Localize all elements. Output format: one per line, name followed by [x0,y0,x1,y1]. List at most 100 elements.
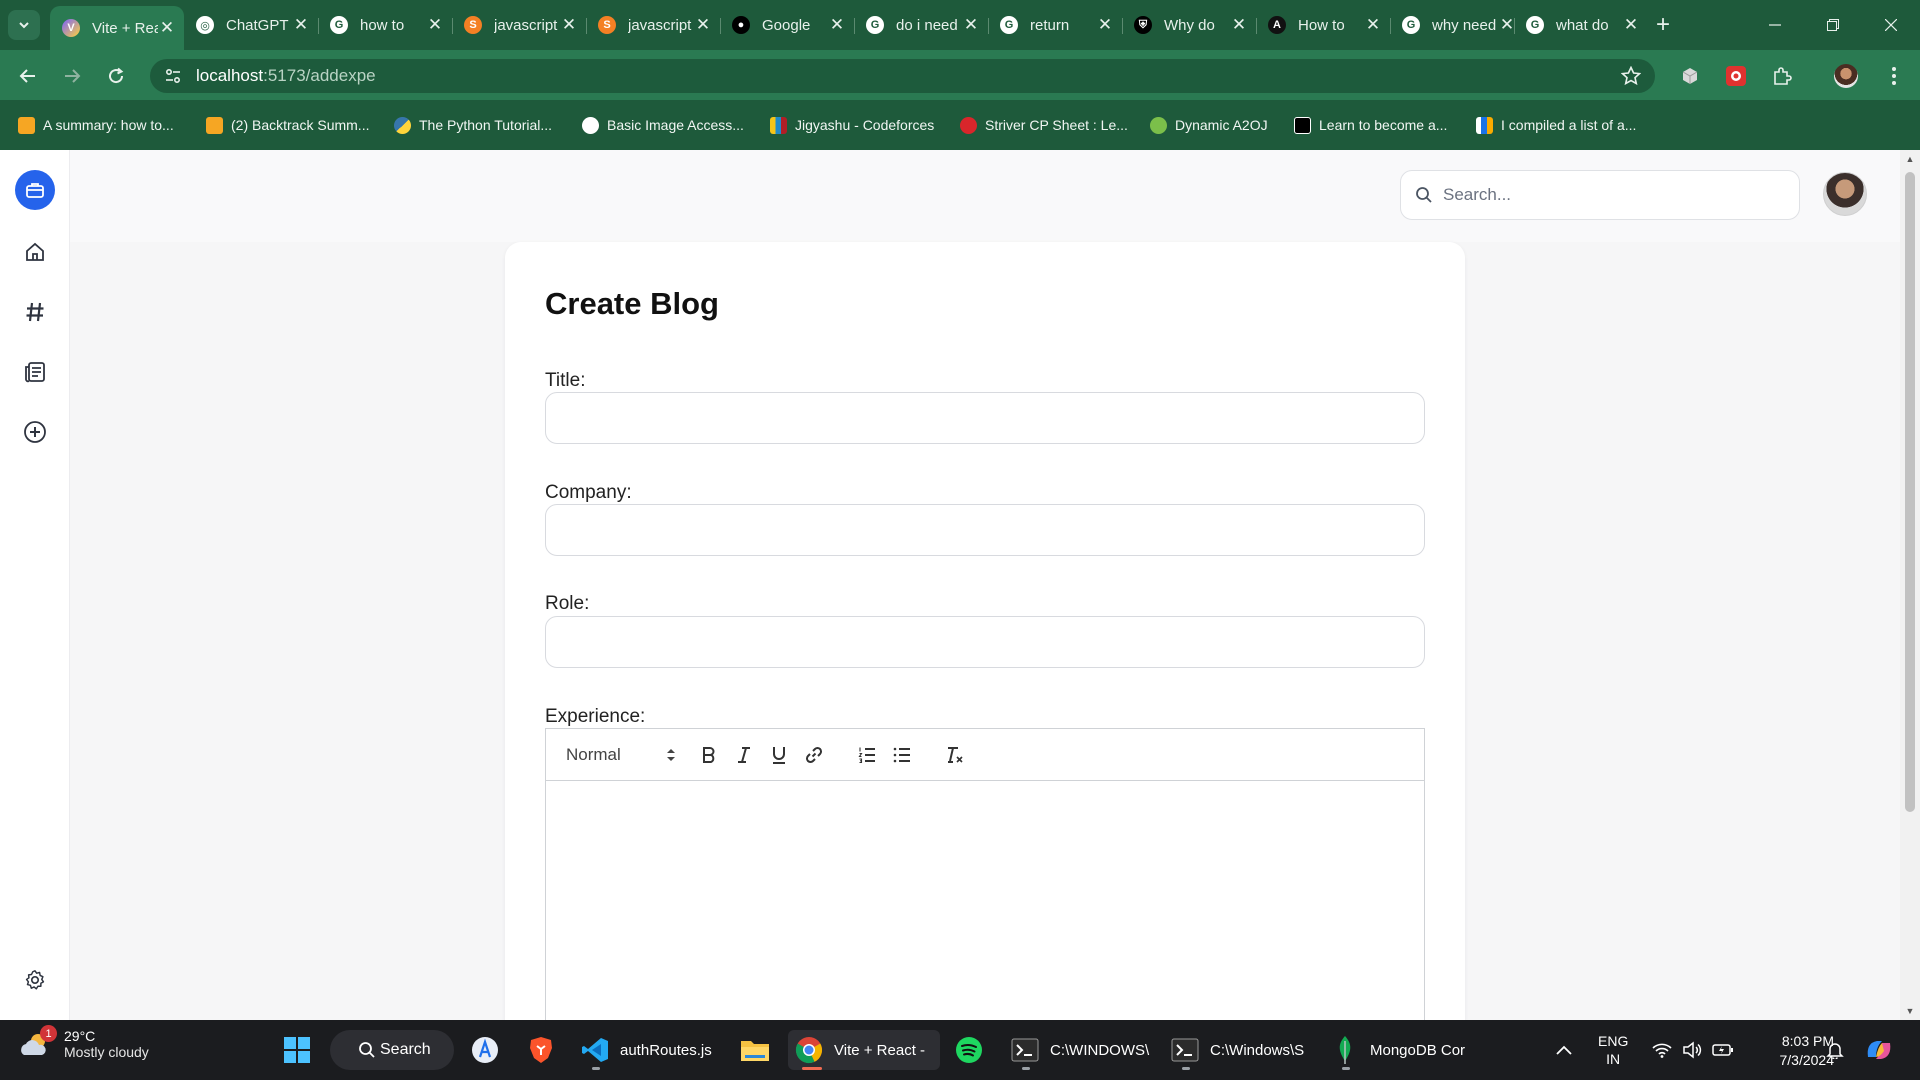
scroll-up-icon[interactable]: ▲ [1905,154,1915,164]
close-icon[interactable]: ✕ [1364,15,1382,34]
tab-google[interactable]: G return ✕ [988,8,1122,42]
profile-avatar[interactable] [1834,64,1858,88]
bookmark-label: Basic Image Access... [607,117,744,133]
role-input[interactable] [545,616,1425,668]
system-clock[interactable]: 8:03 PM 7/3/2024 [1744,1032,1835,1070]
scroll-thumb[interactable] [1905,172,1915,812]
bookmark-item[interactable]: Jigyashu - Codeforces [770,114,934,136]
link-button[interactable] [801,742,827,768]
tab-stackoverflow[interactable]: S javascript ✕ [452,8,586,42]
italic-button[interactable] [731,742,757,768]
a2oj-icon [1150,116,1167,134]
format-select[interactable]: Normal [566,743,676,767]
close-icon[interactable]: ✕ [694,15,712,34]
tab-shield[interactable]: ⛨ Why do ✕ [1122,8,1256,42]
weather-widget[interactable]: 1 29°C Mostly cloudy [18,1025,149,1060]
ordered-list-button[interactable] [854,742,880,768]
taskbar-app[interactable]: MongoDB Cor [1330,1030,1465,1070]
taskbar-app[interactable] [470,1030,500,1070]
sidebar-newspaper-icon[interactable] [15,352,55,392]
chrome-icon [794,1035,824,1065]
tab-google[interactable]: G how to ✕ [318,8,452,42]
bookmark-item[interactable]: Basic Image Access... [582,114,744,136]
bookmark-item[interactable]: Dynamic A2OJ [1150,114,1268,136]
company-input[interactable] [545,504,1425,556]
battery-icon[interactable] [1712,1030,1734,1070]
bookmark-item[interactable]: I compiled a list of a... [1476,114,1636,136]
sidebar-hashtag-icon[interactable] [15,292,55,332]
sidebar-add-icon[interactable] [15,412,55,452]
bookmark-item[interactable]: A summary: how to... [18,114,174,136]
extension-cube-icon[interactable] [1678,64,1702,88]
bookmark-item[interactable]: The Python Tutorial... [394,114,552,136]
bold-button[interactable] [696,742,722,768]
user-avatar[interactable] [1823,172,1867,216]
tab-angular[interactable]: A How to ✕ [1256,8,1390,42]
search-bar[interactable] [1400,170,1800,220]
extensions-puzzle-icon[interactable] [1770,64,1794,88]
taskbar-app[interactable] [740,1030,770,1070]
tab-search-button[interactable] [8,10,40,40]
sidebar-briefcase-icon[interactable] [15,170,55,210]
sidebar-settings-icon[interactable] [15,960,55,1000]
close-icon[interactable]: ✕ [1230,15,1248,34]
start-button[interactable] [282,1030,312,1070]
close-icon[interactable]: ✕ [1622,15,1640,34]
scroll-down-icon[interactable]: ▼ [1905,1006,1915,1016]
tab-google[interactable]: G why need ✕ [1390,8,1524,42]
volume-icon[interactable] [1682,1030,1702,1070]
bookmark-item[interactable]: Striver CP Sheet : Le... [960,114,1128,136]
taskbar-app[interactable] [954,1030,984,1070]
active-indicator [802,1067,822,1070]
page-scrollbar[interactable]: ▲ ▼ [1900,150,1920,1020]
taskbar-app[interactable]: authRoutes.js [580,1030,712,1070]
minimize-button[interactable] [1752,10,1798,40]
tray-overflow-chevron-icon[interactable] [1556,1030,1572,1070]
notifications-icon[interactable] [1826,1030,1844,1070]
bookmark-item[interactable]: (2) Backtrack Summ... [206,114,369,136]
title-input[interactable] [545,392,1425,444]
close-icon[interactable]: ✕ [560,15,578,34]
tab-title: do i need [896,16,958,34]
taskbar-app[interactable] [526,1030,556,1070]
tab-chatgpt[interactable]: ◎ ChatGPT ✕ [184,8,318,42]
close-window-button[interactable] [1868,10,1914,40]
back-button[interactable] [12,60,44,92]
taskbar-search[interactable]: Search [330,1030,454,1070]
bookmark-star-icon[interactable] [1621,66,1641,86]
menu-dots-icon[interactable] [1882,64,1906,88]
forward-button[interactable] [56,60,88,92]
site-info-icon[interactable] [164,67,182,85]
close-icon[interactable]: ✕ [828,15,846,34]
restore-button[interactable] [1810,10,1856,40]
tab-medium[interactable]: ● Google ✕ [720,8,854,42]
taskbar-app-active[interactable]: Vite + React - [788,1030,940,1070]
underline-button[interactable] [766,742,792,768]
wifi-icon[interactable] [1652,1030,1672,1070]
copilot-icon[interactable] [1864,1030,1894,1070]
close-icon[interactable]: ✕ [292,15,310,34]
clear-format-button[interactable] [942,742,968,768]
close-icon[interactable]: ✕ [962,15,980,34]
taskbar-app[interactable]: C:\WINDOWS\ [1010,1030,1149,1070]
new-tab-button[interactable]: + [1650,11,1676,38]
address-bar[interactable]: localhost:5173/addexpe [150,59,1655,93]
tab-title: javascript [628,16,692,34]
sidebar-home-icon[interactable] [15,232,55,272]
tab-vite[interactable]: V Vite + React ✕ [50,6,184,50]
close-icon[interactable]: ✕ [1096,15,1114,34]
taskbar-app[interactable]: C:\Windows\S [1170,1030,1304,1070]
close-icon[interactable]: ✕ [158,18,176,37]
tab-google[interactable]: G what do ✕ [1514,8,1648,42]
tab-stackoverflow[interactable]: S javascript ✕ [586,8,720,42]
language-indicator[interactable]: ENG IN [1598,1030,1628,1070]
tab-google[interactable]: G do i need ✕ [854,8,988,42]
region-label: IN [1606,1051,1621,1067]
reload-button[interactable] [100,60,132,92]
close-icon[interactable]: ✕ [426,15,444,34]
extension-red-icon[interactable] [1724,64,1748,88]
search-input[interactable] [1443,185,1783,205]
editor-content-area[interactable] [546,781,1424,1027]
bullet-list-button[interactable] [889,742,915,768]
bookmark-item[interactable]: Learn to become a... [1294,114,1447,136]
